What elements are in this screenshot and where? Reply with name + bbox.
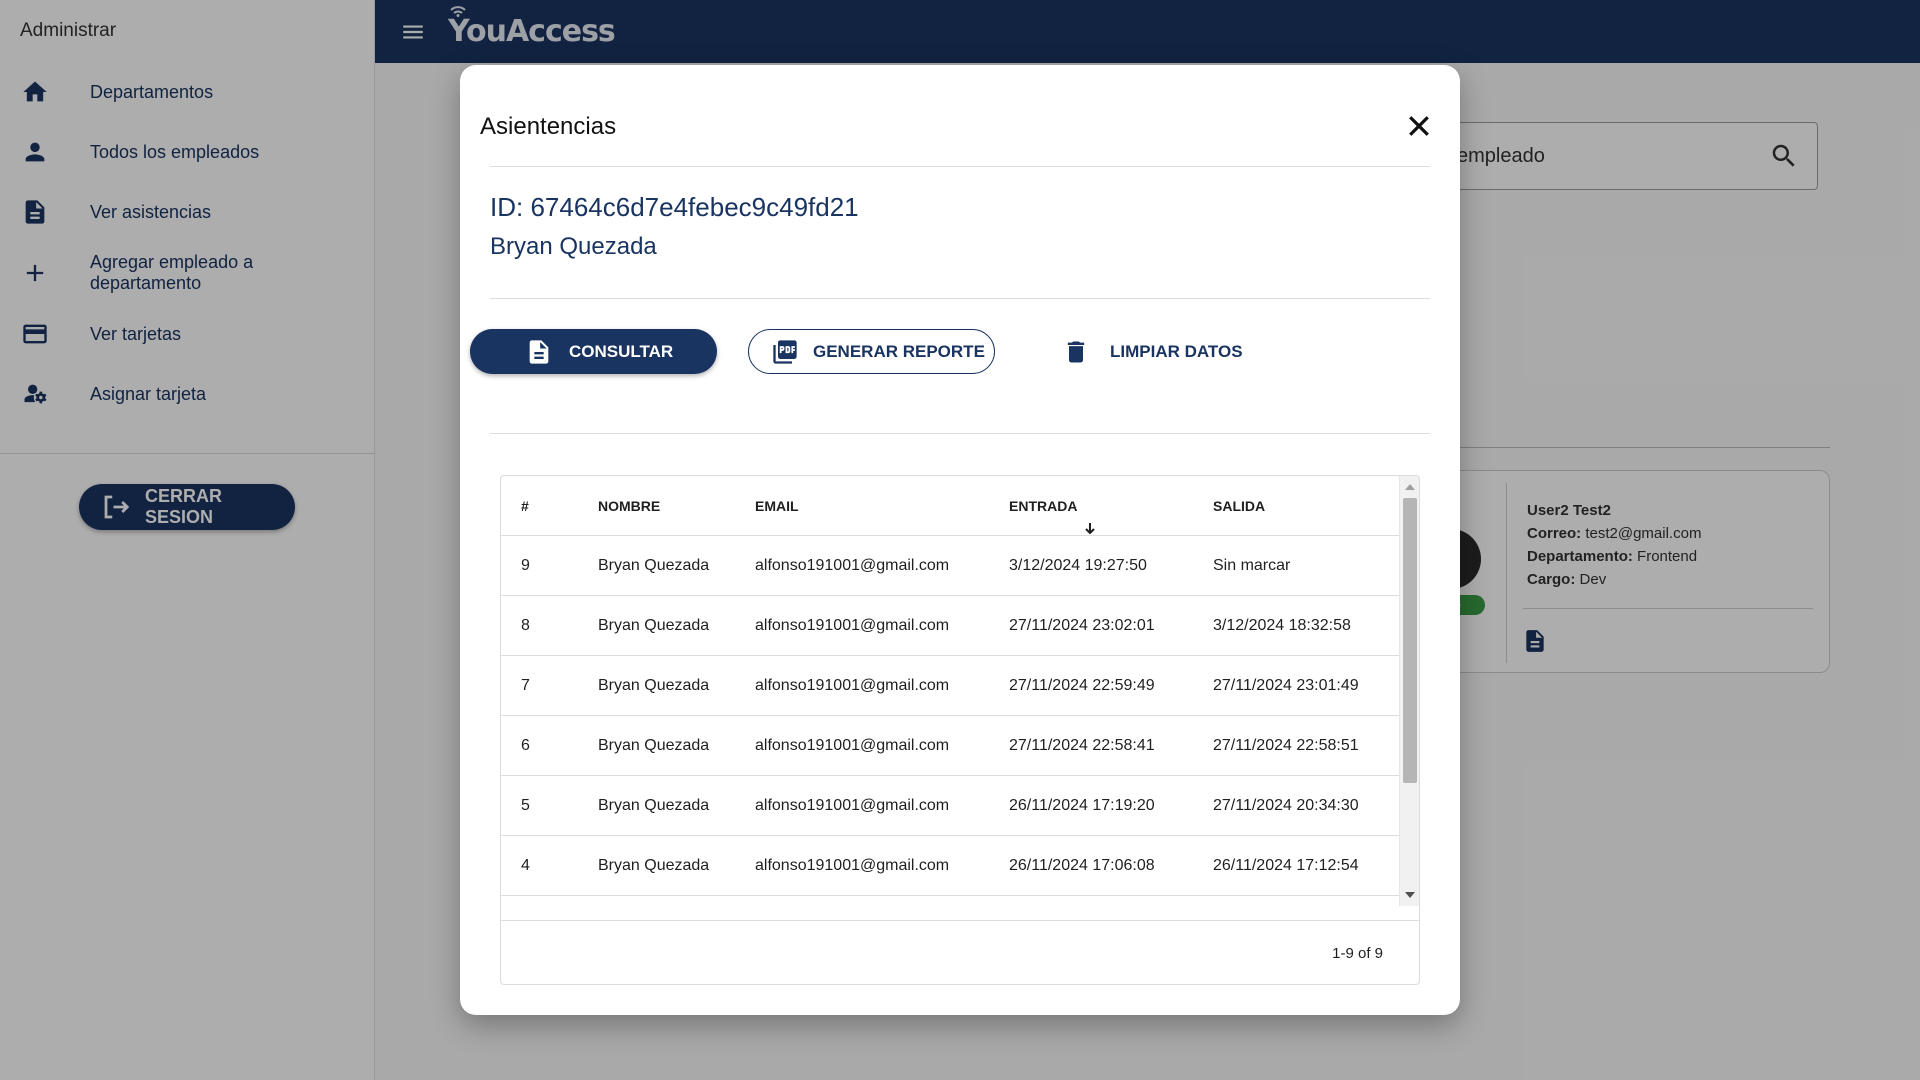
cell-number: 4 xyxy=(521,857,530,874)
table-scrollbar[interactable] xyxy=(1399,476,1419,906)
table-row[interactable]: 4 Bryan Quezada alfonso191001@gmail.com … xyxy=(501,836,1399,896)
scroll-down-arrow-icon[interactable] xyxy=(1405,892,1415,898)
cell-number: 9 xyxy=(521,557,530,574)
table-row[interactable]: 5 Bryan Quezada alfonso191001@gmail.com … xyxy=(501,776,1399,836)
cell-email: alfonso191001@gmail.com xyxy=(755,617,950,634)
cell-salida: 27/11/2024 22:58:51 xyxy=(1213,737,1359,754)
dialog-divider xyxy=(490,433,1430,434)
pdf-icon xyxy=(773,339,797,364)
cell-entrada: 26/11/2024 17:06:08 xyxy=(1009,857,1155,874)
column-header-entrada[interactable]: ENTRADA xyxy=(1009,476,1097,536)
close-icon[interactable] xyxy=(1404,111,1434,141)
cell-entrada: 27/11/2024 22:58:41 xyxy=(1009,737,1155,754)
dialog-divider xyxy=(490,298,1430,299)
cell-number: 8 xyxy=(521,617,530,634)
cell-email: alfonso191001@gmail.com xyxy=(755,737,950,754)
column-header-email[interactable]: EMAIL xyxy=(755,476,799,536)
scroll-up-arrow-icon[interactable] xyxy=(1405,484,1415,490)
cell-salida: 26/11/2024 17:12:54 xyxy=(1213,857,1359,874)
cell-entrada: 27/11/2024 23:02:01 xyxy=(1009,617,1155,634)
cell-number: 6 xyxy=(521,737,530,754)
column-header-number[interactable]: # xyxy=(521,476,529,536)
column-header-nombre[interactable]: NOMBRE xyxy=(598,476,660,536)
table-footer: 1-9 of 9 xyxy=(501,920,1419,984)
cell-nombre: Bryan Quezada xyxy=(598,677,710,694)
generate-report-label: GENERAR REPORTE xyxy=(813,341,985,361)
sort-descending-icon xyxy=(1083,500,1097,535)
cell-nombre: Bryan Quezada xyxy=(598,557,710,574)
cell-number: 5 xyxy=(521,797,530,814)
table-row[interactable]: 6 Bryan Quezada alfonso191001@gmail.com … xyxy=(501,716,1399,776)
table-row[interactable]: 9 Bryan Quezada alfonso191001@gmail.com … xyxy=(501,536,1399,596)
clear-data-button[interactable]: LIMPIAR DATOS xyxy=(1060,329,1260,374)
employee-id: ID: 67464c6d7e4febec9c49fd21 xyxy=(490,192,859,222)
cell-email: alfonso191001@gmail.com xyxy=(755,677,950,694)
cell-number: 7 xyxy=(521,677,530,694)
document-icon xyxy=(529,339,549,364)
employee-name: Bryan Quezada xyxy=(490,233,657,260)
consult-label: CONSULTAR xyxy=(569,341,674,361)
scrollbar-thumb[interactable] xyxy=(1403,498,1417,783)
cell-email: alfonso191001@gmail.com xyxy=(755,857,950,874)
table-body: # NOMBRE EMAIL ENTRADA SALIDA 9 Bryan Qu… xyxy=(501,476,1399,906)
cell-nombre: Bryan Quezada xyxy=(598,857,710,874)
dialog-title: Asientencias xyxy=(480,113,617,140)
attendance-table: # NOMBRE EMAIL ENTRADA SALIDA 9 Bryan Qu… xyxy=(500,475,1420,985)
cell-salida: Sin marcar xyxy=(1213,557,1291,574)
cell-nombre: Bryan Quezada xyxy=(598,797,710,814)
table-row[interactable]: 7 Bryan Quezada alfonso191001@gmail.com … xyxy=(501,656,1399,716)
cell-salida: 3/12/2024 18:32:58 xyxy=(1213,617,1351,634)
cell-entrada: 27/11/2024 22:59:49 xyxy=(1009,677,1155,694)
attendance-dialog: Asientencias ID: 67464c6d7e4febec9c49fd2… xyxy=(460,65,1460,1015)
table-row[interactable]: 8 Bryan Quezada alfonso191001@gmail.com … xyxy=(501,596,1399,656)
cell-email: alfonso191001@gmail.com xyxy=(755,797,950,814)
cell-nombre: Bryan Quezada xyxy=(598,617,710,634)
cell-entrada: 26/11/2024 17:19:20 xyxy=(1009,797,1155,814)
cell-entrada: 3/12/2024 19:27:50 xyxy=(1009,557,1147,574)
table-header-row: # NOMBRE EMAIL ENTRADA SALIDA xyxy=(501,476,1399,536)
consult-button[interactable]: CONSULTAR xyxy=(470,329,717,374)
cell-nombre: Bryan Quezada xyxy=(598,737,710,754)
column-header-salida[interactable]: SALIDA xyxy=(1213,476,1265,536)
trash-icon xyxy=(1067,341,1085,362)
cell-email: alfonso191001@gmail.com xyxy=(755,557,950,574)
dialog-divider xyxy=(490,166,1430,167)
cell-salida: 27/11/2024 23:01:49 xyxy=(1213,677,1359,694)
cell-salida: 27/11/2024 20:34:30 xyxy=(1213,797,1359,814)
pagination-info: 1-9 of 9 xyxy=(1332,945,1383,962)
clear-data-label: LIMPIAR DATOS xyxy=(1110,341,1243,361)
generate-report-button[interactable]: GENERAR REPORTE xyxy=(748,329,995,374)
column-header-entrada-label: ENTRADA xyxy=(1009,498,1078,514)
